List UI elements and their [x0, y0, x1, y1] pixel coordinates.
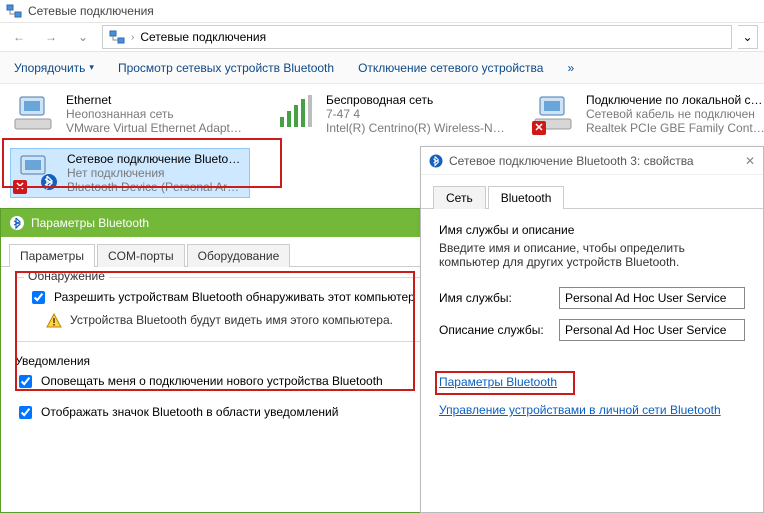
back-button[interactable]: ←: [6, 25, 32, 49]
ethernet-icon: ✕: [534, 93, 578, 133]
bluetooth-adapter-icon: ✕: [15, 152, 59, 192]
group-notifications-legend: Уведомления: [15, 354, 457, 368]
label-service-desc: Описание службы:: [439, 323, 549, 337]
input-service-desc[interactable]: [559, 319, 745, 341]
tabs: Параметры COM-порты Оборудование: [1, 237, 471, 267]
tab-network[interactable]: Сеть: [433, 186, 486, 209]
warning-text: Устройства Bluetooth будут видеть имя эт…: [70, 313, 393, 329]
warning-icon: [46, 313, 62, 329]
input-service-name[interactable]: [559, 287, 745, 309]
connection-status: Неопознанная сеть: [66, 107, 246, 121]
error-badge-icon: ✕: [13, 180, 27, 194]
connection-item-ethernet[interactable]: Ethernet Неопознанная сеть VMware Virtua…: [10, 90, 250, 138]
chevron-right-icon: ›: [131, 32, 134, 43]
warning-row: Устройства Bluetooth будут видеть имя эт…: [46, 313, 444, 329]
bluetooth-icon: [9, 215, 25, 231]
chevron-down-icon: ▾: [89, 62, 94, 73]
tab-hardware[interactable]: Оборудование: [187, 244, 291, 267]
breadcrumb[interactable]: › Сетевые подключения: [102, 25, 732, 49]
dialog-titlebar[interactable]: Параметры Bluetooth ✕: [1, 209, 471, 237]
close-button[interactable]: ✕: [745, 154, 755, 168]
connection-device: VMware Virtual Ethernet Adapter ...: [66, 121, 246, 135]
connection-device: Intel(R) Centrino(R) Wireless-N 130: [326, 121, 506, 135]
dialog-titlebar[interactable]: Сетевое подключение Bluetooth 3: свойств…: [421, 147, 763, 175]
connection-name: Подключение по локальной сети: [586, 93, 764, 107]
connection-device: Realtek PCIe GBE Family Controller: [586, 121, 764, 135]
checkbox-input[interactable]: [32, 291, 45, 304]
connection-item-lan[interactable]: ✕ Подключение по локальной сети Сетевой …: [530, 90, 764, 138]
connection-name: Сетевое подключение Bluetooth 3: [67, 152, 245, 166]
connection-status: Нет подключения: [67, 166, 245, 180]
checkbox-label: Разрешить устройствам Bluetooth обнаружи…: [54, 290, 415, 304]
checkbox-label: Отображать значок Bluetooth в области ув…: [41, 405, 338, 419]
connection-status: 7-47 4: [326, 107, 506, 121]
command-bar: Упорядочить▾ Просмотр сетевых устройств …: [0, 52, 764, 84]
recent-dropdown[interactable]: ⌄: [70, 25, 96, 49]
checkbox-notify-new-device[interactable]: Оповещать меня о подключении нового устр…: [15, 374, 457, 391]
label-service-name: Имя службы:: [439, 291, 549, 305]
forward-button[interactable]: →: [38, 25, 64, 49]
dialog-title: Сетевое подключение Bluetooth 3: свойств…: [449, 154, 694, 168]
section-title: Имя службы и описание: [439, 223, 745, 237]
tab-parameters[interactable]: Параметры: [9, 244, 95, 267]
bluetooth-settings-dialog: Параметры Bluetooth ✕ Параметры COM-порт…: [0, 208, 472, 513]
connection-device: Bluetooth Device (Personal Area ...: [67, 180, 245, 194]
tab-com-ports[interactable]: COM-порты: [97, 244, 185, 267]
chevron-down-icon: ⌄: [742, 30, 752, 44]
cmd-more[interactable]: »: [567, 61, 574, 75]
address-bar: ← → ⌄ › Сетевые подключения ⌄: [0, 22, 764, 52]
checkbox-input[interactable]: [19, 406, 32, 419]
checkbox-input[interactable]: [19, 375, 32, 388]
connection-properties-dialog: Сетевое подключение Bluetooth 3: свойств…: [420, 146, 764, 513]
cmd-view-bt-devices[interactable]: Просмотр сетевых устройств Bluetooth: [118, 61, 334, 75]
bluetooth-icon: [429, 154, 443, 168]
cmd-disable-device[interactable]: Отключение сетевого устройства: [358, 61, 543, 75]
ethernet-icon: [14, 93, 58, 133]
section-description: Введите имя и описание, чтобы определить…: [439, 241, 745, 269]
network-connections-icon: [6, 3, 22, 19]
breadcrumb-item[interactable]: Сетевые подключения: [140, 30, 266, 44]
cmd-organize[interactable]: Упорядочить▾: [14, 61, 94, 75]
connection-status: Сетевой кабель не подключен: [586, 107, 764, 121]
group-discovery: Обнаружение Разрешить устройствам Blueto…: [15, 277, 457, 342]
checkbox-label: Оповещать меня о подключении нового устр…: [41, 374, 383, 388]
tabs: Сеть Bluetooth: [421, 175, 763, 209]
connection-item-wireless[interactable]: Беспроводная сеть 7-47 4 Intel(R) Centri…: [270, 90, 510, 138]
checkbox-show-tray-icon[interactable]: Отображать значок Bluetooth в области ув…: [15, 405, 457, 422]
window-title: Сетевые подключения: [28, 4, 154, 18]
wifi-icon: [274, 93, 318, 133]
connection-item-bluetooth[interactable]: ✕ Сетевое подключение Bluetooth 3 Нет по…: [10, 148, 250, 198]
network-connections-icon: [109, 29, 125, 45]
group-legend: Обнаружение: [24, 269, 109, 283]
checkbox-allow-discovery[interactable]: Разрешить устройствам Bluetooth обнаружи…: [28, 290, 444, 307]
tab-bluetooth[interactable]: Bluetooth: [488, 186, 565, 209]
error-badge-icon: ✕: [532, 121, 546, 135]
link-manage-pan-devices[interactable]: Управление устройствами в личной сети Bl…: [439, 403, 721, 417]
window-titlebar: Сетевые подключения: [0, 0, 764, 22]
connection-name: Беспроводная сеть: [326, 93, 506, 107]
dialog-title: Параметры Bluetooth: [31, 216, 149, 230]
breadcrumb-expand[interactable]: ⌄: [738, 25, 758, 49]
link-bluetooth-settings[interactable]: Параметры Bluetooth: [439, 375, 557, 389]
connection-name: Ethernet: [66, 93, 246, 107]
